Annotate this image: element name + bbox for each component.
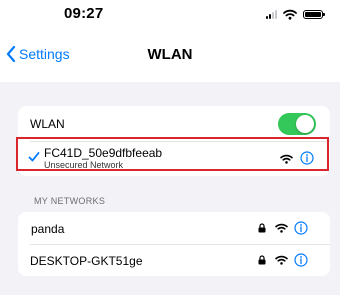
info-icon[interactable]	[294, 253, 308, 267]
network-name: panda	[31, 222, 65, 236]
battery-icon	[303, 9, 325, 19]
section-header-my-networks: MY NETWORKS	[34, 196, 106, 206]
back-label: Settings	[19, 46, 70, 62]
list-item[interactable]: DESKTOP-GKT51ge	[18, 244, 330, 276]
wlan-toggle[interactable]	[278, 113, 316, 135]
list-item[interactable]: panda	[18, 212, 330, 244]
cellular-signal-icon	[266, 9, 277, 19]
toggle-knob	[296, 115, 314, 133]
status-time: 09:27	[64, 5, 104, 22]
highlight-box	[16, 137, 329, 171]
my-networks-group: panda DESKTOP-GKT51ge	[18, 212, 330, 276]
status-icons	[266, 7, 325, 21]
wlan-label: WLAN	[30, 117, 65, 131]
wifi-icon	[275, 255, 288, 265]
wifi-status-icon	[283, 9, 297, 20]
chevron-left-icon	[6, 46, 16, 62]
lock-icon	[258, 255, 266, 265]
info-icon[interactable]	[294, 221, 308, 235]
network-name: DESKTOP-GKT51ge	[30, 254, 143, 268]
wifi-icon	[275, 223, 288, 233]
back-button[interactable]: Settings	[6, 46, 70, 62]
lock-icon	[258, 223, 266, 233]
